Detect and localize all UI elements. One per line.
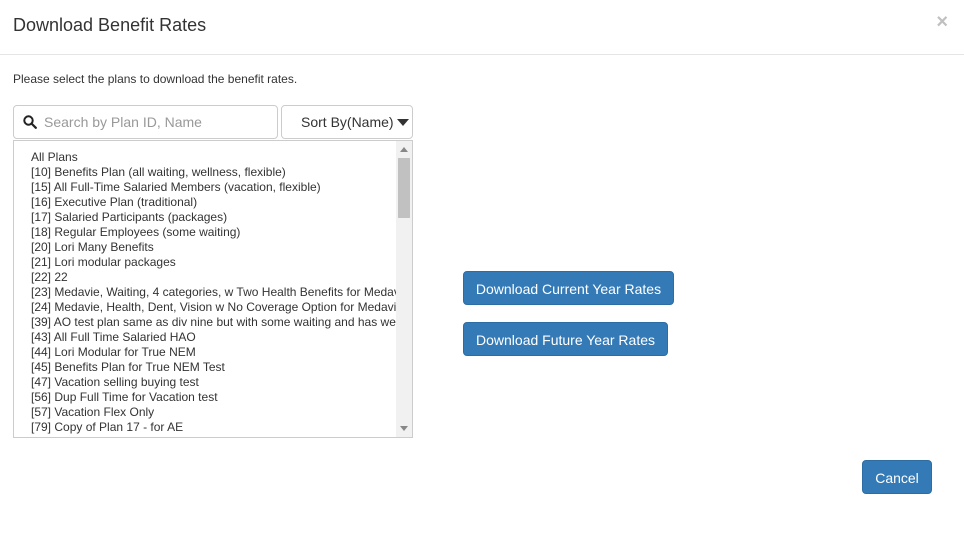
plan-item[interactable]: [24] Medavie, Health, Dent, Vision w No …: [31, 300, 396, 315]
plan-item-all[interactable]: All Plans: [31, 150, 396, 165]
plan-item[interactable]: [47] Vacation selling buying test: [31, 375, 396, 390]
caret-down-icon: [397, 119, 409, 126]
plan-item[interactable]: [17] Salaried Participants (packages): [31, 210, 396, 225]
close-icon[interactable]: ×: [936, 12, 948, 32]
plan-items: All Plans [10] Benefits Plan (all waiting…: [31, 150, 396, 435]
modal-title: Download Benefit Rates: [13, 15, 207, 35]
search-box[interactable]: [13, 105, 278, 139]
download-current-year-button[interactable]: Download Current Year Rates: [463, 271, 674, 305]
download-future-year-button[interactable]: Download Future Year Rates: [463, 322, 668, 356]
plan-item[interactable]: [22] 22: [31, 270, 396, 285]
modal-header: Download Benefit Rates ×: [0, 0, 964, 55]
scroll-down-arrow-icon[interactable]: [400, 426, 408, 431]
plan-item[interactable]: [18] Regular Employees (some waiting): [31, 225, 396, 240]
plan-item[interactable]: [57] Vacation Flex Only: [31, 405, 396, 420]
plan-item[interactable]: [16] Executive Plan (traditional): [31, 195, 396, 210]
plan-item[interactable]: [56] Dup Full Time for Vacation test: [31, 390, 396, 405]
scroll-up-arrow-icon[interactable]: [400, 147, 408, 152]
cancel-button[interactable]: Cancel: [862, 460, 932, 494]
plan-item[interactable]: [20] Lori Many Benefits: [31, 240, 396, 255]
plan-item[interactable]: [23] Medavie, Waiting, 4 categories, w T…: [31, 285, 396, 300]
scroll-thumb[interactable]: [398, 158, 410, 218]
plan-item[interactable]: [45] Benefits Plan for True NEM Test: [31, 360, 396, 375]
plan-item[interactable]: [10] Benefits Plan (all waiting, wellnes…: [31, 165, 396, 180]
plan-list[interactable]: All Plans [10] Benefits Plan (all waiting…: [13, 140, 413, 438]
plan-item[interactable]: [15] All Full-Time Salaried Members (vac…: [31, 180, 396, 195]
search-input[interactable]: [44, 107, 272, 137]
plan-item[interactable]: [39] AO test plan same as div nine but w…: [31, 315, 396, 330]
sort-label: Sort By(Name): [301, 114, 394, 130]
plan-item[interactable]: [43] All Full Time Salaried HAO: [31, 330, 396, 345]
search-icon: [23, 115, 37, 129]
plan-item[interactable]: [44] Lori Modular for True NEM: [31, 345, 396, 360]
plan-item[interactable]: [21] Lori modular packages: [31, 255, 396, 270]
instructions-text: Please select the plans to download the …: [13, 72, 298, 86]
sort-dropdown[interactable]: Sort By(Name): [281, 105, 413, 139]
plan-item[interactable]: [79] Copy of Plan 17 - for AE: [31, 420, 396, 435]
scrollbar[interactable]: [396, 141, 412, 437]
